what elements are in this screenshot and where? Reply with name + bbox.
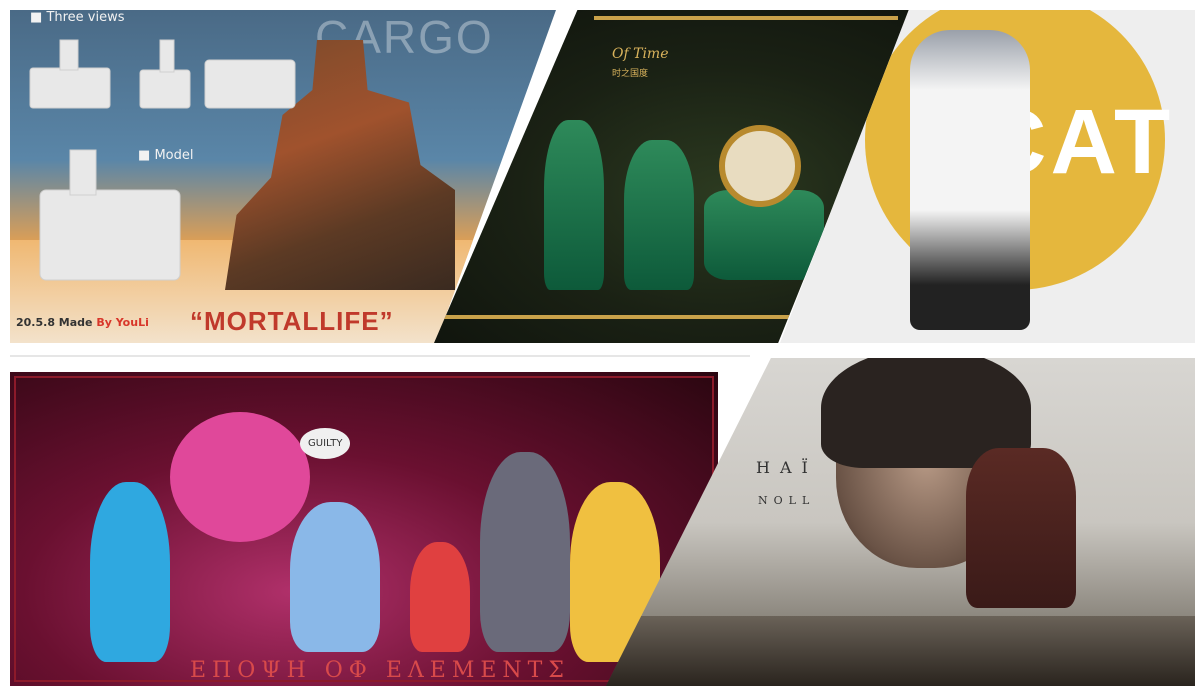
cat-girl-character — [910, 30, 1030, 330]
clock-face-icon — [719, 125, 801, 207]
made-date: 20.5.8 Made — [16, 316, 97, 329]
artwork-collage: CARGO ■ Three views ■ Model 20.5.8 Made … — [0, 0, 1195, 686]
armored-warrior — [966, 448, 1076, 608]
bullet-square-icon: ■ — [30, 10, 43, 25]
side-view-chimney — [159, 39, 175, 73]
of-time-title: Of Time — [612, 46, 669, 62]
blue-character — [90, 482, 170, 662]
dark-fantasy-subtitle: NOLL — [758, 494, 816, 507]
top-view-model — [204, 59, 296, 109]
made-by-credit: 20.5.8 Made By YouLi — [16, 316, 149, 329]
ice-character — [290, 502, 380, 652]
pink-spirit-character — [170, 412, 310, 542]
front-view-model — [29, 67, 111, 109]
mortal-life-title: “MORTALLIFE” — [190, 306, 394, 336]
guilty-speech-bubble: GUILTY — [300, 428, 351, 459]
row-divider — [10, 355, 750, 357]
model-text: Model — [154, 148, 194, 163]
full-white-model — [39, 189, 181, 281]
side-view-model — [139, 69, 191, 109]
model-label: ■ Model — [138, 148, 193, 163]
battlefield-ground — [606, 616, 1195, 686]
gold-top-border — [594, 16, 898, 20]
front-view-chimney — [59, 39, 79, 71]
three-views-text: Three views — [46, 10, 125, 25]
elements-title: ΕΠΟΨΗ ΟΦ ΕΛΕΜΕΝΤΣ — [190, 658, 570, 683]
green-character-left — [544, 120, 604, 290]
elements-characters-artwork[interactable]: GUILTY ΕΠΟΨΗ ΟΦ ΕΛΕΜΕΝΤΣ — [10, 372, 718, 686]
red-character — [410, 542, 470, 652]
dark-fantasy-title: HAÏ — [756, 458, 818, 477]
three-views-label: ■ Three views — [30, 10, 125, 25]
green-character-middle — [624, 140, 694, 290]
bullet-square-icon: ■ — [138, 148, 151, 163]
armored-character — [480, 452, 570, 652]
made-author: By YouLi — [96, 316, 149, 329]
of-time-subtitle: 时之国度 — [612, 69, 649, 79]
full-model-tower — [69, 149, 97, 196]
